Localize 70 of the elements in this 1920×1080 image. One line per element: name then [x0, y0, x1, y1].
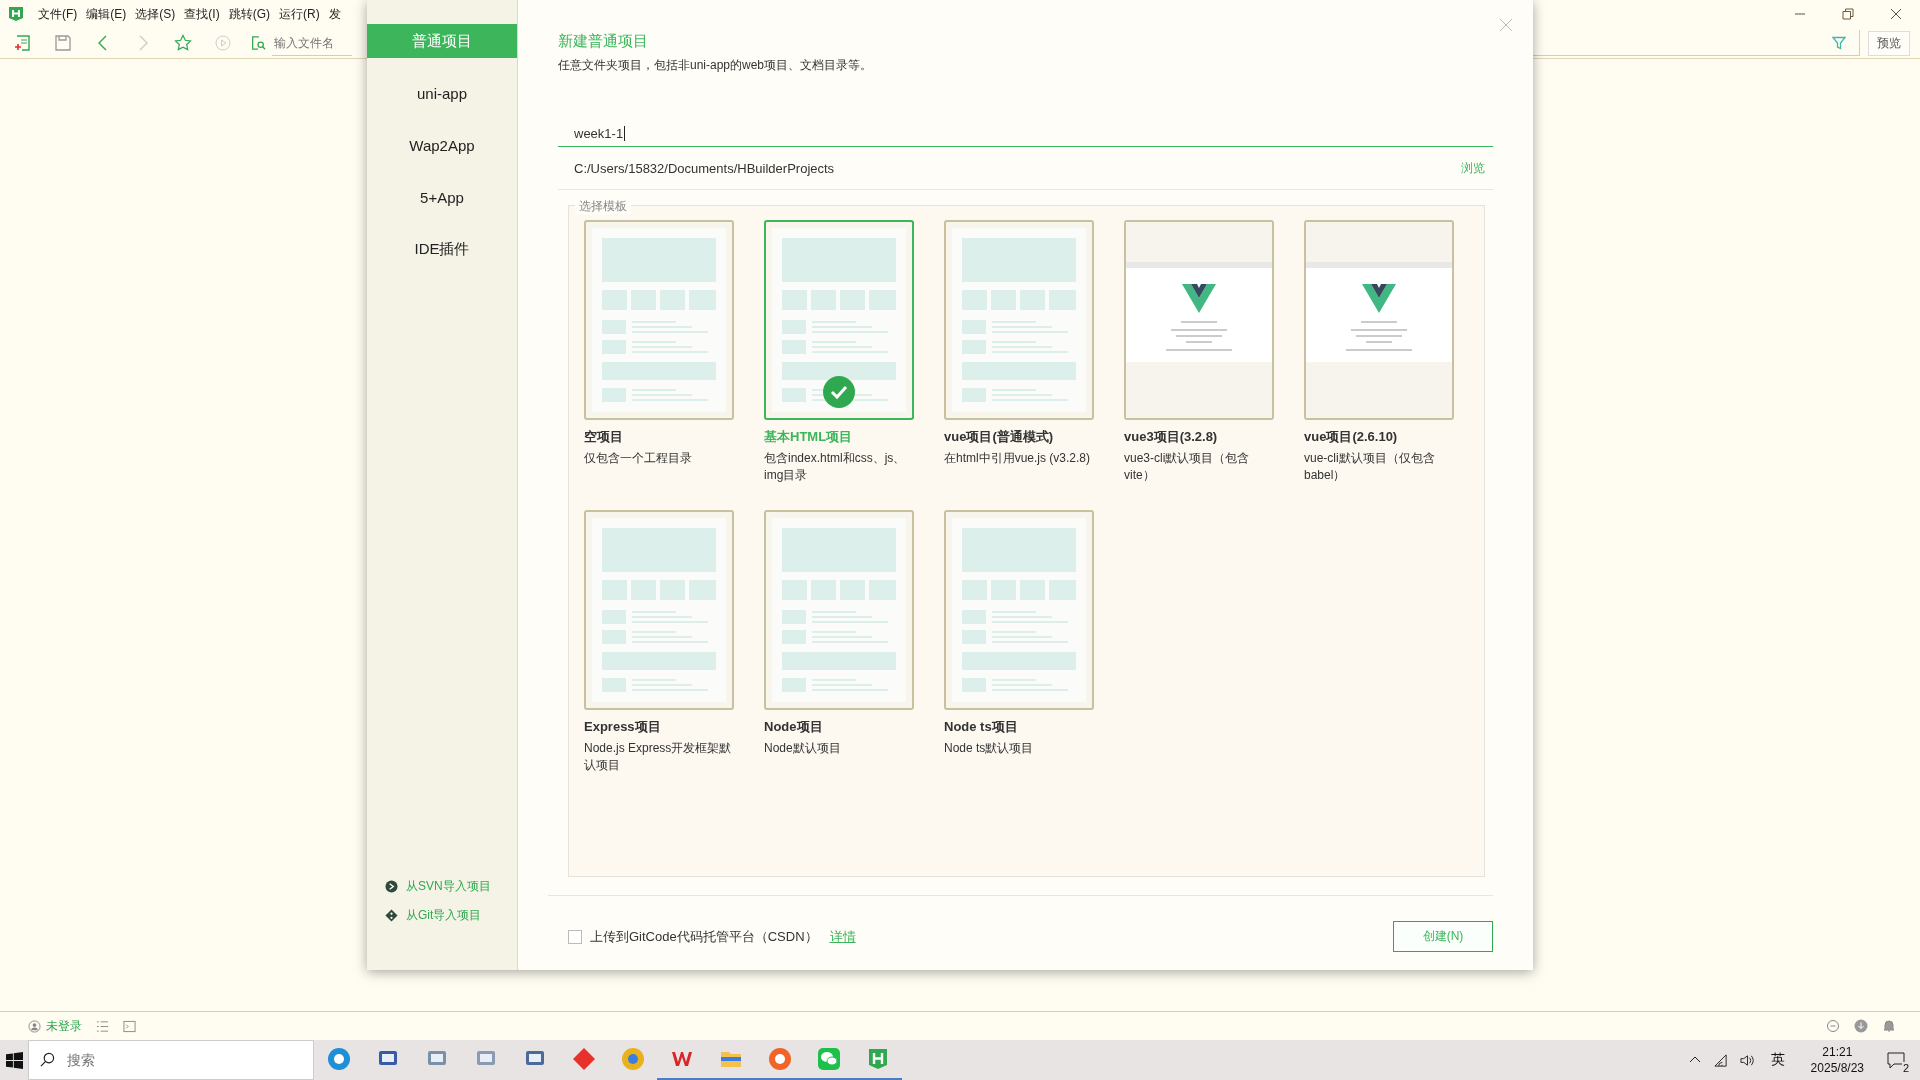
template-description: 在html中引用vue.js (v3.2.8)	[944, 450, 1092, 467]
menu-item[interactable]: 编辑(E)	[86, 5, 127, 23]
git-icon	[385, 909, 398, 922]
menu-item[interactable]: 查找(I)	[184, 5, 220, 23]
template-card[interactable]	[944, 220, 1094, 420]
new-file-icon[interactable]	[14, 34, 32, 52]
menu-item[interactable]: 选择(S)	[135, 5, 176, 23]
template-title: 基本HTML项目	[764, 428, 854, 446]
template-description: 仅包含一个工程目录	[584, 450, 693, 467]
template-description: Node默认项目	[764, 740, 842, 757]
chat-app-icon	[816, 1047, 841, 1071]
check-circle-icon	[823, 376, 855, 408]
template-card[interactable]	[584, 220, 734, 420]
template-card[interactable]	[764, 220, 914, 420]
template-description: vue-cli默认项目（仅包含babel）	[1304, 450, 1436, 484]
template-title: vue项目(普通模式)	[944, 428, 1055, 446]
template-title: Node ts项目	[944, 718, 1019, 736]
template-card[interactable]	[944, 510, 1094, 710]
file-search-icon	[250, 35, 266, 51]
upload-checkbox[interactable]	[568, 929, 582, 944]
volume-icon[interactable]	[1739, 1052, 1755, 1068]
circle-app-icon	[767, 1047, 792, 1071]
list-icon[interactable]	[96, 1019, 109, 1033]
save-icon[interactable]	[54, 34, 72, 52]
template-title: vue3项目(3.2.8)	[1124, 428, 1219, 446]
terminal-icon[interactable]	[123, 1019, 136, 1033]
filter-icon[interactable]	[1832, 36, 1846, 50]
dialog-subtitle: 任意文件夹项目，包括非uni-app的web项目、文档目录等。	[558, 57, 874, 74]
menu-item[interactable]: 文件(F)	[38, 5, 78, 23]
diamond-app-icon	[571, 1047, 596, 1071]
download-icon[interactable]	[1854, 1019, 1868, 1033]
template-group-label: 选择模板	[575, 198, 631, 215]
svn-icon	[385, 880, 398, 893]
project-location-field[interactable]: C:/Users/15832/Documents/HBuilderProjects	[574, 160, 835, 176]
circle-app-icon	[326, 1047, 351, 1071]
template-description: Node ts默认项目	[944, 740, 1035, 757]
project-type-tab[interactable]: uni-app	[367, 76, 517, 110]
circle-app-icon	[620, 1047, 645, 1071]
upload-label: 上传到GitCode代码托管平台（CSDN）	[590, 927, 818, 946]
template-card[interactable]	[584, 510, 734, 710]
template-card[interactable]	[764, 510, 914, 710]
taskbar-search-field[interactable]: 搜索	[28, 1040, 314, 1080]
input-method-indicator[interactable]: 英	[1770, 1051, 1785, 1069]
star-icon[interactable]	[174, 34, 192, 52]
template-description: Node.js Express开发框架默认项目	[584, 740, 733, 774]
notification-count: 2	[1901, 1062, 1910, 1074]
template-title: Express项目	[584, 718, 662, 736]
close-icon[interactable]	[1890, 8, 1902, 20]
preview-button[interactable]: 预览	[1868, 30, 1910, 56]
project-type-tab[interactable]: IDE插件	[367, 232, 517, 266]
project-name-value: week1-1	[574, 125, 624, 141]
user-icon	[28, 1019, 41, 1033]
menu-item[interactable]: 发	[328, 5, 341, 23]
template-title: Node项目	[764, 718, 824, 736]
bell-icon[interactable]	[1882, 1019, 1896, 1033]
dialog-title: 新建普通项目	[558, 32, 649, 51]
project-type-tab[interactable]: Wap2App	[367, 128, 517, 162]
app-logo-icon	[8, 6, 24, 22]
restore-icon[interactable]	[1842, 8, 1854, 20]
template-title: 空项目	[584, 428, 624, 446]
template-title: vue项目(2.6.10)	[1304, 428, 1399, 446]
start-icon[interactable]	[6, 1051, 23, 1069]
file-search-field[interactable]: 输入文件名	[272, 30, 352, 56]
template-description: 包含index.html和css、js、img目录	[764, 450, 907, 484]
project-type-tab[interactable]: 5+App	[367, 180, 517, 214]
template-description: vue3-cli默认项目（包含vite）	[1124, 450, 1251, 484]
clock[interactable]: 21:21 2025/8/23	[1810, 1044, 1864, 1076]
project-name-field[interactable]: week1-1	[558, 120, 1493, 147]
menu-item[interactable]: 跳转(G)	[228, 5, 270, 23]
menu-item[interactable]: 运行(R)	[279, 5, 320, 23]
